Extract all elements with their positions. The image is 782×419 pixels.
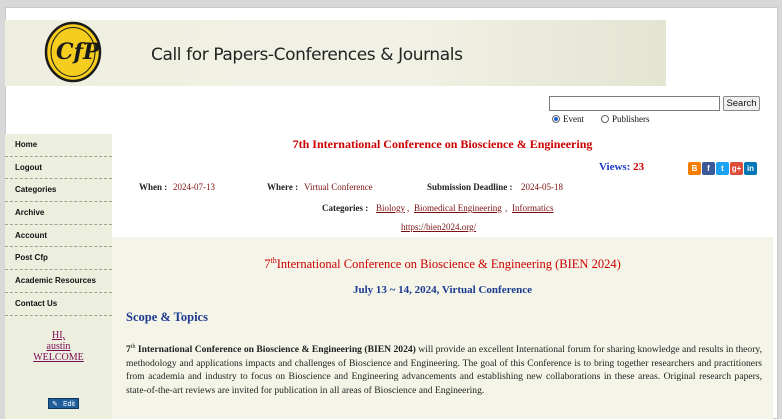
nav-item-logout[interactable]: Logout (5, 157, 112, 180)
search-button[interactable]: Search (723, 96, 760, 111)
scope-paragraph: 7th International Conference on Bioscien… (126, 341, 762, 397)
views-count: 23 (633, 161, 645, 173)
nav-item-contact-us[interactable]: Contact Us (5, 293, 112, 316)
category-separator: , (505, 203, 508, 213)
greeting-welcome[interactable]: WELCOME (5, 352, 112, 363)
site-header: CfP Call for Papers-Conferences & Journa… (5, 20, 666, 86)
google-plus-icon[interactable]: g+ (730, 162, 743, 175)
deadline-label: Submission Deadline : (427, 182, 513, 192)
nav-item-archive[interactable]: Archive (5, 202, 112, 225)
cfp-logo[interactable]: CfP (42, 21, 104, 83)
event-title: 7th International Conference on Bioscien… (292, 137, 593, 151)
where-label: Where : (267, 182, 299, 192)
radio-event[interactable]: Event (552, 114, 584, 124)
category-link-informatics[interactable]: Informatics (512, 203, 553, 213)
when-label: When : (139, 182, 168, 192)
radio-event-dot[interactable] (552, 115, 560, 123)
nav-item-categories[interactable]: Categories (5, 179, 112, 203)
browser-top-strip (0, 0, 782, 7)
event-website-link[interactable]: https://bien2024.org/ (401, 222, 476, 232)
facebook-icon[interactable]: f (702, 162, 715, 175)
scope-title: Scope & Topics (126, 310, 208, 324)
deadline-value: 2024-05-18 (521, 182, 563, 192)
share-bar: Bf t g+ in (688, 162, 757, 175)
category-link-biomedical-engineering[interactable]: Biomedical Engineering (414, 203, 502, 213)
logo-text: CfP (56, 39, 101, 65)
radio-publishers-dot[interactable] (601, 115, 609, 123)
para-bold: International Conference on Bioscience &… (135, 344, 416, 356)
edit-button[interactable]: Edit (48, 398, 79, 410)
radio-publishers-label: Publishers (612, 114, 650, 124)
event-dates: July 13 ~ 14, 2024, Virtual Conference (352, 284, 533, 296)
nav-item-post-cfp[interactable]: Post Cfp (5, 247, 112, 271)
nav-item-home[interactable]: Home (5, 134, 112, 157)
radio-publishers[interactable]: Publishers (601, 114, 650, 124)
where-value: Virtual Conference (304, 182, 373, 192)
views-label: Views: (599, 161, 631, 173)
site-title: Call for Papers-Conferences & Journals (151, 45, 463, 65)
twitter-icon[interactable]: t (716, 162, 729, 175)
when-value: 2024-07-13 (173, 182, 215, 192)
nav-item-academic-resources[interactable]: Academic Resources (5, 270, 112, 293)
heading-rest: International Conference on Bioscience &… (276, 257, 621, 272)
nav-item-account[interactable]: Account (5, 225, 112, 248)
search-input[interactable] (549, 96, 720, 111)
sidebar: Home Logout Categories Archive Account P… (5, 134, 112, 419)
category-separator: , (407, 203, 410, 213)
radio-event-label: Event (563, 114, 584, 124)
linkedin-icon[interactable]: in (744, 162, 757, 175)
greeting-username[interactable]: austin (5, 341, 112, 352)
views-counter: Views: 23 (599, 161, 644, 173)
user-greeting[interactable]: HI, austin WELCOME (5, 330, 112, 363)
categories-label: Categories : (322, 203, 369, 213)
greeting-hi[interactable]: HI, (5, 330, 112, 341)
blogger-icon[interactable]: B (688, 162, 701, 175)
event-heading: 7thInternational Conference on Bioscienc… (112, 256, 773, 272)
category-link-biology[interactable]: Biology (376, 203, 405, 213)
